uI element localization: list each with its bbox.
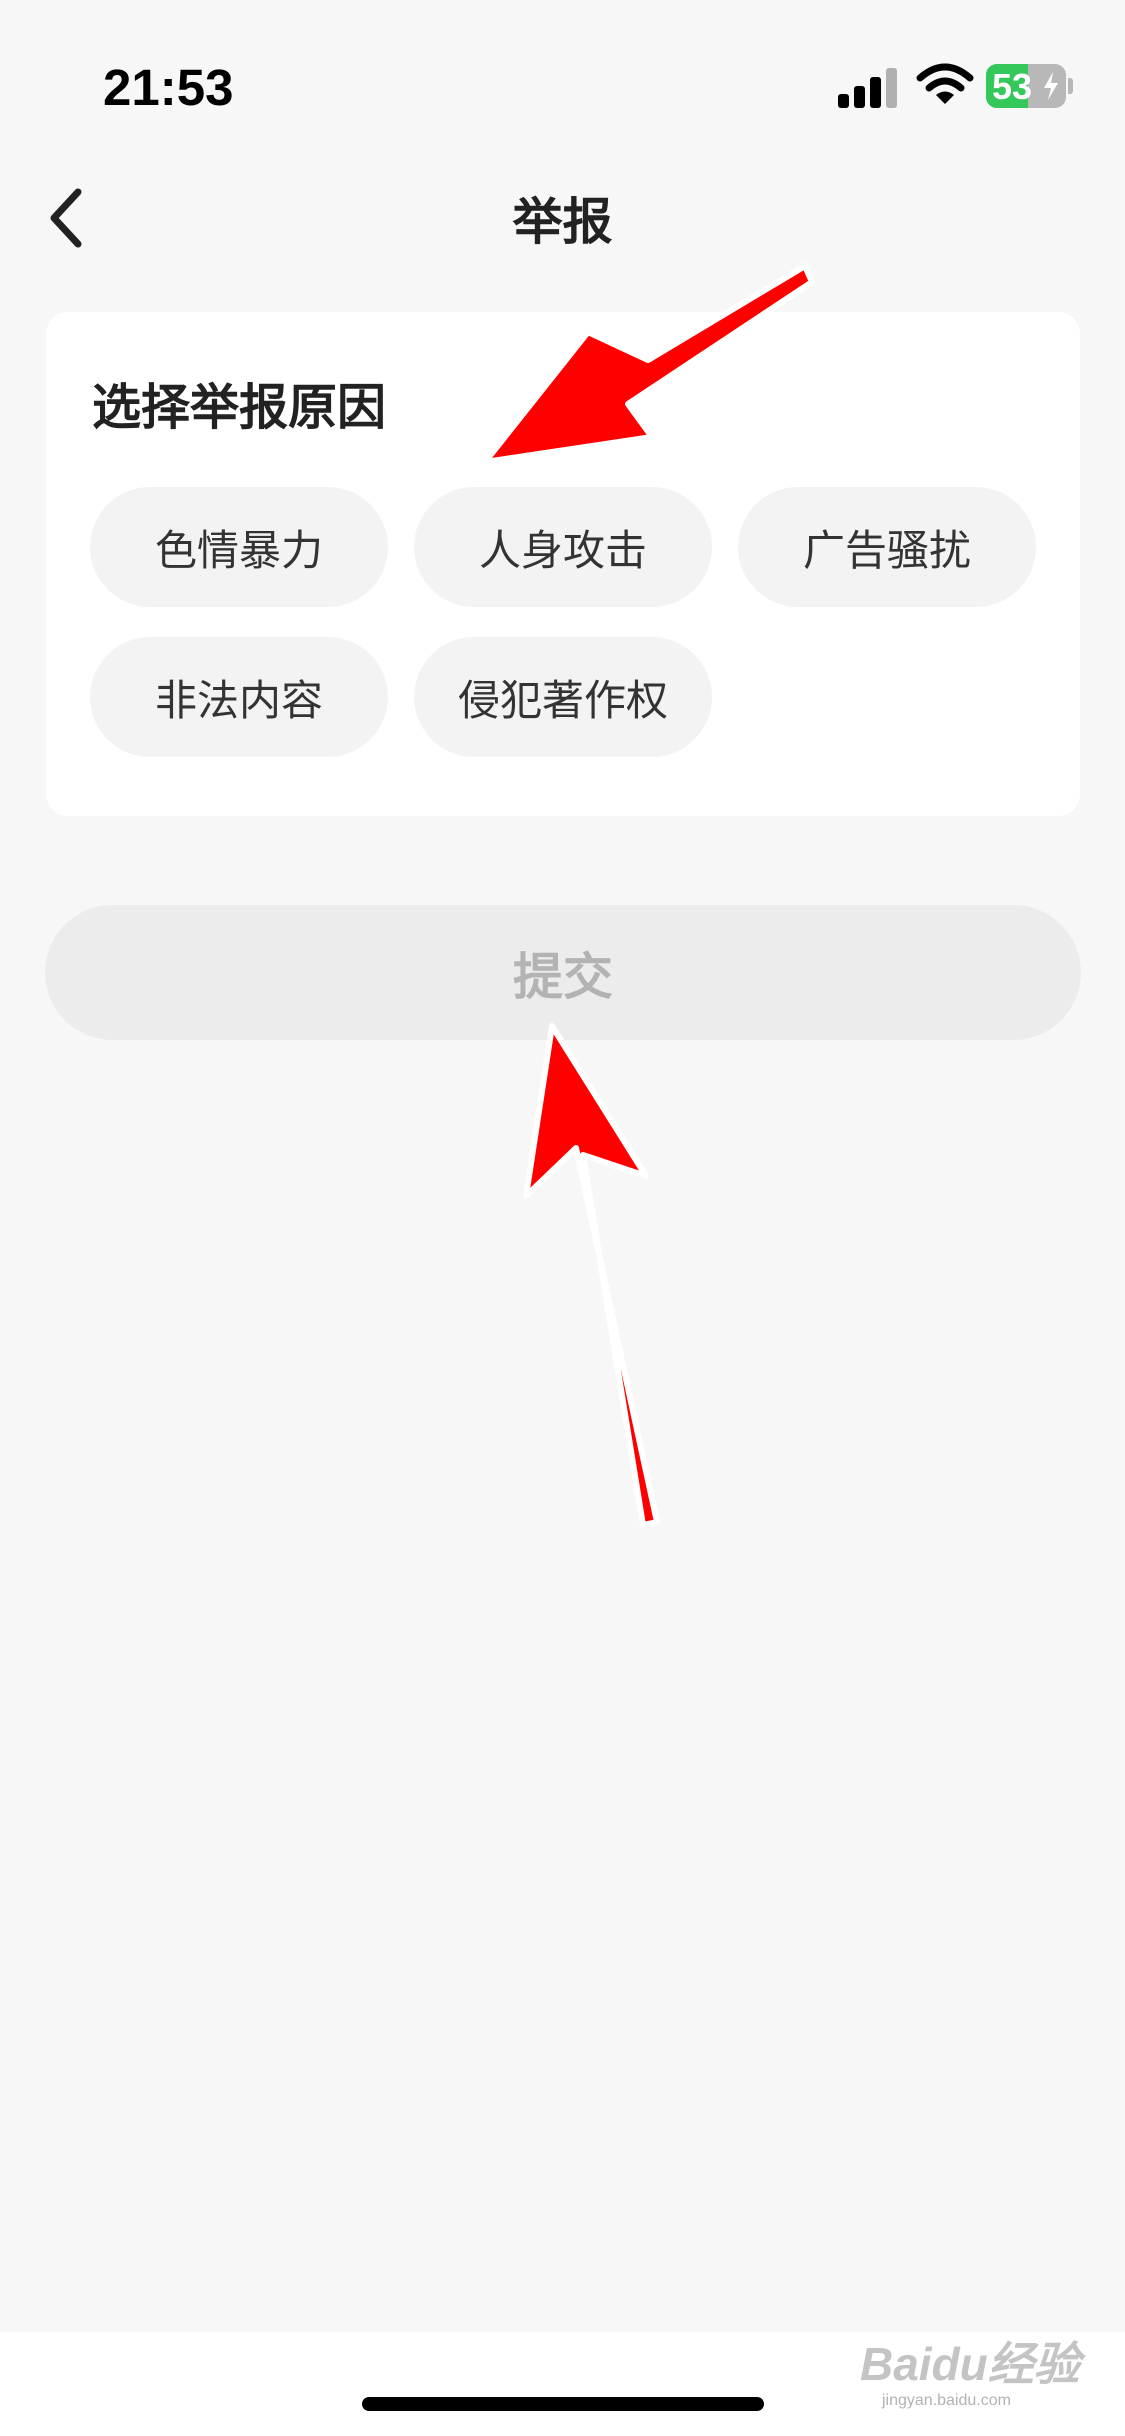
reason-chip-copyright[interactable]: 侵犯著作权 (414, 637, 712, 757)
baidu-watermark-url: jingyan.baidu.com (882, 2392, 1011, 2409)
report-reason-card: 选择举报原因 色情暴力 人身攻击 广告骚扰 非法内容 侵犯著作权 (46, 312, 1080, 816)
wifi-icon (916, 63, 974, 104)
status-time: 21:53 (103, 59, 234, 116)
card-title: 选择举报原因 (92, 379, 387, 436)
reason-chip-violence[interactable]: 色情暴力 (90, 487, 388, 607)
cellular-signal-icon (838, 66, 900, 108)
charging-bolt-icon (1044, 72, 1058, 100)
submit-label: 提交 (513, 947, 613, 1006)
battery-percent: 53 (992, 66, 1033, 107)
battery-icon: 53 (986, 64, 1066, 108)
reason-chip-personal-attack[interactable]: 人身攻击 (414, 487, 712, 607)
annotation-arrow-to-submit (523, 1023, 660, 1528)
home-indicator[interactable] (362, 2397, 764, 2411)
reason-chip-illegal-content[interactable]: 非法内容 (90, 637, 388, 757)
battery-cap (1068, 78, 1073, 94)
reason-chip-ad-harassment[interactable]: 广告骚扰 (738, 487, 1036, 607)
page-title: 举报 (512, 193, 613, 251)
submit-button[interactable]: 提交 (45, 905, 1081, 1040)
status-bar: 21:53 53 (0, 0, 1125, 160)
